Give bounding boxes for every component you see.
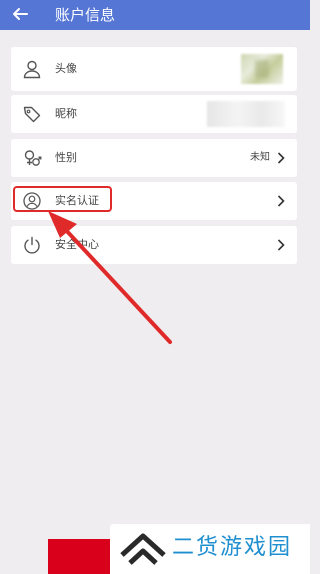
annotation-highlight-box <box>13 186 112 212</box>
row-nickname[interactable]: 昵称 <box>11 95 297 133</box>
tag-icon <box>23 106 41 123</box>
row-gender[interactable]: 性别 未知 <box>11 139 297 177</box>
watermark: 二货游戏园 <box>110 524 310 574</box>
back-arrow-icon <box>13 8 28 20</box>
nickname-value-blurred <box>207 101 285 127</box>
watermark-text: 二货游戏园 <box>172 535 293 560</box>
avatar-image-blurred[interactable] <box>241 54 283 84</box>
back-button[interactable] <box>8 2 32 26</box>
gender-value: 未知 <box>250 152 270 163</box>
row-avatar[interactable]: 头像 <box>11 47 297 91</box>
top-app-bar: 账户信息 <box>0 0 310 30</box>
power-icon <box>24 236 40 254</box>
row-label-gender: 性别 <box>55 151 77 164</box>
chevron-right-icon <box>277 239 285 251</box>
row-security-center[interactable]: 安全中心 <box>11 226 297 264</box>
row-label-nickname: 昵称 <box>55 107 77 120</box>
watermark-logo-icon <box>120 533 166 565</box>
chevron-right-icon <box>277 152 285 164</box>
gender-icon <box>24 150 42 166</box>
row-label-security: 安全中心 <box>55 238 99 251</box>
chevron-right-icon <box>277 195 285 207</box>
row-label-avatar: 头像 <box>55 62 77 75</box>
page-title: 账户信息 <box>55 6 116 24</box>
bottom-red-button[interactable] <box>48 539 110 574</box>
person-icon <box>23 60 41 79</box>
